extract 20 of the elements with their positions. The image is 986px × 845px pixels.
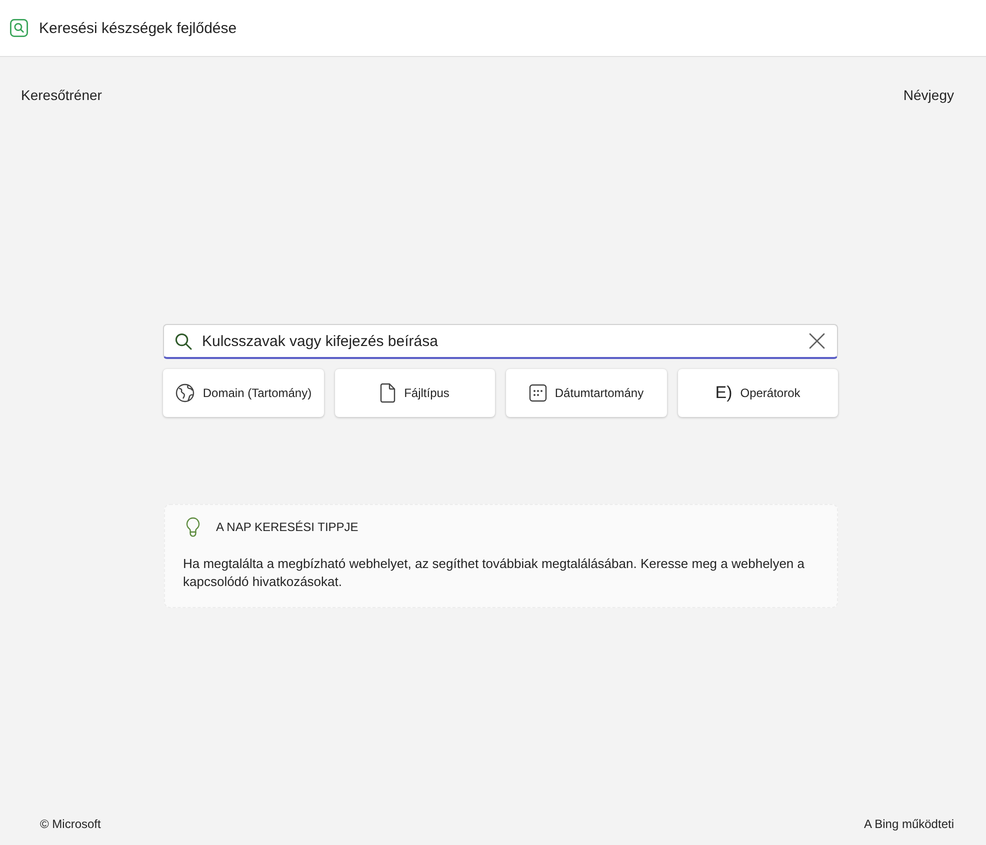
lightbulb-icon [186, 517, 200, 537]
filter-button[interactable]: E) Operátorok [678, 369, 838, 417]
filter-button[interactable]: Domain (Tartomány) [163, 369, 324, 417]
file-icon [380, 383, 396, 403]
globe-icon [174, 383, 195, 403]
filter-button[interactable]: Fájltípus [334, 369, 495, 417]
clear-icon[interactable] [808, 332, 826, 350]
copyright-text: © Microsoft [40, 817, 101, 831]
app-title: Keresési készségek fejlődése [39, 20, 237, 36]
powered-by-text: A Bing működteti [864, 817, 954, 831]
app-logo-icon [10, 19, 28, 37]
search-icon [175, 333, 192, 350]
search-field[interactable]: Kulcsszavak vagy kifejezés beírása [163, 324, 838, 359]
filter-button[interactable]: Dátumtartomány [506, 369, 666, 417]
about-link[interactable]: Névjegy [903, 87, 954, 103]
calendar-icon [528, 384, 547, 402]
tip-text: Ha megtalálta a megbízható webhelyet, az segíthet továbbiak megtalálásában. Keresse meg a webhelyen a kapcsolódó hivatkozásokat. [183, 555, 806, 591]
operator-glyph-icon: E) [715, 383, 732, 403]
tip-title: A NAP KERESÉSI TIPPJE [216, 520, 358, 534]
trainer-link[interactable]: Keresőtréner [21, 87, 102, 103]
